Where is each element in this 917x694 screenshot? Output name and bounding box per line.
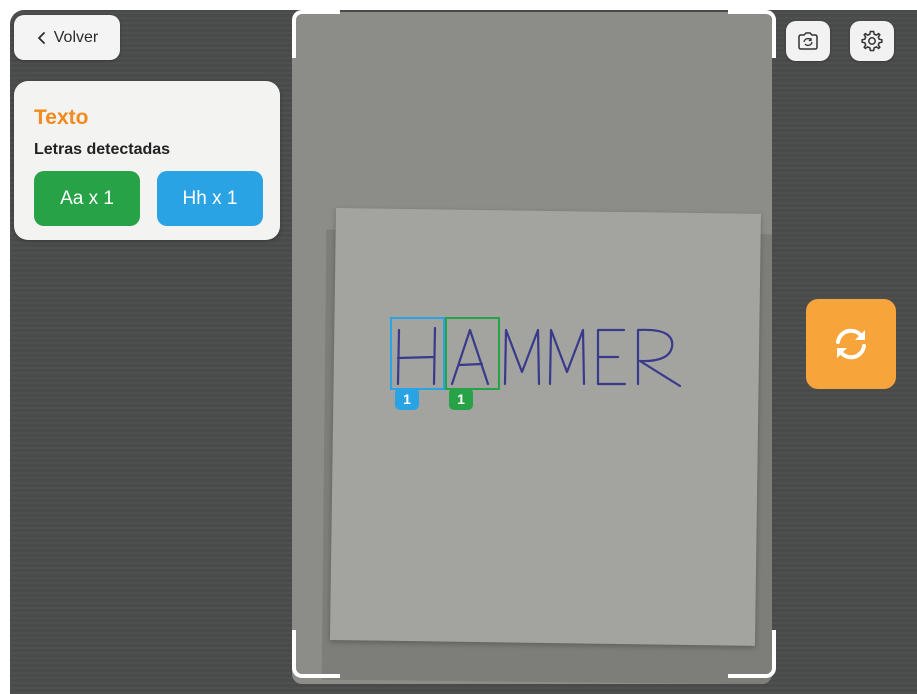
letter-chip-hh[interactable]: Hh x 1	[157, 171, 263, 226]
refresh-icon	[836, 328, 866, 360]
letter-h	[396, 326, 437, 386]
back-label: Volver	[53, 28, 99, 46]
letter-m-2	[548, 328, 586, 386]
letter-e	[596, 328, 627, 386]
letter-m	[503, 328, 541, 386]
letter-r	[636, 328, 682, 388]
letter-chip-aa[interactable]: Aa x 1	[34, 171, 140, 226]
frame-corner-top-left	[292, 10, 340, 58]
detected-letters-panel: Texto Letras detectadas Aa x 1 Hh x 1	[14, 81, 280, 240]
frame-corner-top-right	[728, 10, 776, 58]
camera-switch-icon	[798, 32, 818, 50]
detection-badge-h: 1	[395, 388, 419, 410]
back-button[interactable]: Volver	[14, 15, 120, 60]
settings-button[interactable]	[850, 21, 894, 61]
reset-button[interactable]	[806, 299, 896, 389]
frame-corner-bottom-right	[728, 630, 776, 678]
panel-title: Texto	[34, 106, 89, 129]
letter-a	[450, 328, 490, 386]
handwritten-word	[390, 317, 682, 390]
panel-subtitle: Letras detectadas	[34, 141, 171, 158]
camera-viewfinder	[292, 12, 772, 684]
frame-corner-bottom-left	[292, 630, 340, 678]
gear-icon	[861, 30, 883, 52]
chevron-left-icon	[37, 31, 45, 44]
switch-camera-button[interactable]	[786, 21, 830, 61]
detection-badge-a: 1	[449, 388, 473, 410]
